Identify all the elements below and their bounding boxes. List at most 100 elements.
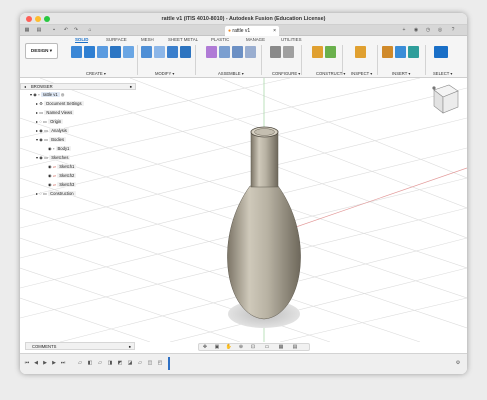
data-panel-icon[interactable]: ▦ — [23, 27, 31, 34]
select-menu[interactable]: SELECT ▾ — [433, 71, 452, 76]
visibility-icon[interactable]: ◉ — [48, 182, 52, 187]
timeline-feature-sketch-icon[interactable]: ▱ — [96, 360, 104, 367]
display-settings-icon[interactable]: ▭ — [263, 344, 271, 351]
parameters-icon[interactable] — [270, 46, 281, 58]
rattle-handle[interactable] — [250, 130, 279, 188]
tab-mesh[interactable]: MESH — [141, 37, 154, 42]
visibility-icon[interactable]: ◉ — [48, 164, 52, 169]
fit-icon[interactable]: ⊡ — [249, 344, 257, 351]
hole-icon[interactable] — [110, 46, 121, 58]
pan-icon[interactable]: ✋ — [225, 344, 233, 351]
activate-icon[interactable]: ◎ — [61, 92, 65, 97]
as-built-joint-icon[interactable] — [232, 46, 243, 58]
fillet-icon[interactable] — [154, 46, 165, 58]
help-icon[interactable]: ? — [449, 27, 457, 34]
browser-root[interactable]: ▾ ◉ ▫ rattle v1 ◎ — [30, 91, 65, 99]
tab-plastic[interactable]: PLASTIC — [211, 37, 229, 42]
chamfer-icon[interactable] — [167, 46, 178, 58]
tab-manage[interactable]: MANAGE — [246, 37, 265, 42]
grid-settings-icon[interactable]: ▦ — [277, 344, 285, 351]
create-menu[interactable]: CREATE ▾ — [86, 71, 106, 76]
insert-mcmaster-icon[interactable] — [395, 46, 406, 58]
browser-item-bodies[interactable]: ▾ ◉ ▭ Bodies — [36, 136, 67, 144]
insert-menu[interactable]: INSERT ▾ — [392, 71, 410, 76]
tab-solid[interactable]: SOLID — [75, 37, 89, 43]
file-menu-icon[interactable]: ▤ — [35, 27, 43, 34]
look-at-icon[interactable]: ▣ — [213, 344, 221, 351]
step-back-icon[interactable]: ◀ — [32, 360, 40, 367]
timeline-feature-extrude-icon[interactable]: ◨ — [106, 360, 114, 367]
joint-icon[interactable] — [219, 46, 230, 58]
step-forward-icon[interactable]: ▶ — [50, 360, 58, 367]
visibility-icon[interactable]: ◌ — [39, 191, 42, 196]
timeline-settings-icon[interactable]: ⚙ — [454, 360, 462, 367]
assemble-menu[interactable]: ASSEMBLE ▾ — [218, 71, 244, 76]
browser-item-origin[interactable]: ▸ ◌ ▭ Origin — [36, 118, 64, 126]
home-icon[interactable]: ⌂ — [86, 27, 94, 34]
collapse-browser-icon[interactable]: ◂ — [24, 84, 26, 90]
browser-item-sketches[interactable]: ▾ ◉ ▭ Sketches — [36, 154, 71, 162]
home-view-icon[interactable] — [432, 86, 436, 90]
browser-item-analysis[interactable]: ▸ ◉ ▭ Analysis — [36, 127, 69, 135]
timeline-feature-sketch-icon[interactable]: ▱ — [76, 360, 84, 367]
timeline-feature-shell-icon[interactable]: ◪ — [126, 360, 134, 367]
expand-icon[interactable]: ▾ — [30, 92, 32, 97]
visibility-icon[interactable]: ◉ — [39, 137, 43, 142]
timeline-feature-fillet-icon[interactable]: ◩ — [116, 360, 124, 367]
play-icon[interactable]: ▶ — [41, 360, 49, 367]
viewports-icon[interactable]: ▤ — [291, 344, 299, 351]
configure-table-icon[interactable] — [283, 46, 294, 58]
document-tab[interactable]: ● rattle v1 × — [225, 26, 279, 36]
new-component-icon[interactable] — [206, 46, 217, 58]
timeline-feature-revolve-icon[interactable]: ◧ — [86, 360, 94, 367]
extrude-icon[interactable] — [84, 46, 95, 58]
revolve-icon[interactable] — [97, 46, 108, 58]
go-to-end-icon[interactable]: ⏭ — [59, 360, 67, 367]
redo-icon[interactable]: ↷ — [72, 27, 80, 34]
offset-plane-icon[interactable] — [312, 46, 323, 58]
construct-menu[interactable]: CONSTRUCT ▾ — [316, 71, 345, 76]
rattle-body[interactable] — [227, 185, 301, 320]
browser-item-sketch2[interactable]: ◉ ▱ Sketch2 — [48, 172, 77, 180]
modify-menu[interactable]: MODIFY ▾ — [155, 71, 174, 76]
browser-item-sketch1[interactable]: ◉ ▱ Sketch1 — [48, 163, 77, 171]
inspect-menu[interactable]: INSPECT ▾ — [351, 71, 372, 76]
visibility-icon[interactable]: ◉ — [48, 173, 52, 178]
timeline-feature-sketch-icon[interactable]: ▱ — [136, 360, 144, 367]
create-sketch-icon[interactable] — [71, 46, 82, 58]
save-icon[interactable]: ▪ — [50, 27, 58, 34]
browser-item-document-settings[interactable]: ▸ ⚙ Document Settings — [36, 100, 84, 108]
timeline-feature-split-icon[interactable]: ◫ — [146, 360, 154, 367]
midplane-icon[interactable] — [325, 46, 336, 58]
visibility-icon[interactable]: ◉ — [39, 155, 43, 160]
close-tab-icon[interactable]: × — [273, 26, 276, 36]
visibility-icon[interactable]: ◉ — [39, 128, 43, 133]
rigid-group-icon[interactable] — [245, 46, 256, 58]
extensions-icon[interactable]: ◉ — [412, 27, 420, 34]
job-status-icon[interactable]: ◎ — [436, 27, 444, 34]
go-to-start-icon[interactable]: ⏮ — [23, 360, 31, 367]
browser-item-body1[interactable]: ◉ ▫ Body1 — [48, 145, 72, 153]
new-tab-icon[interactable]: + — [400, 27, 408, 34]
notifications-icon[interactable]: ◷ — [424, 27, 432, 34]
viewcube-icon[interactable] — [433, 84, 459, 114]
insert-mesh-icon[interactable] — [408, 46, 419, 58]
orbit-icon[interactable]: ✥ — [201, 344, 209, 351]
tab-surface[interactable]: SURFACE — [106, 37, 127, 42]
select-icon[interactable] — [434, 46, 448, 58]
move-copy-icon[interactable] — [180, 46, 191, 58]
undo-icon[interactable]: ↶ — [62, 27, 70, 34]
tab-utilities[interactable]: UTILITIES — [281, 37, 302, 42]
visibility-icon[interactable]: ◉ — [33, 92, 37, 97]
tab-sheet-metal[interactable]: SHEET METAL — [168, 37, 198, 42]
insert-derive-icon[interactable] — [382, 46, 393, 58]
browser-pin-icon[interactable]: ● — [129, 84, 132, 90]
visibility-icon[interactable]: ◉ — [48, 146, 52, 151]
visibility-icon[interactable]: ◌ — [39, 119, 42, 124]
zoom-icon[interactable]: ⊕ — [237, 344, 245, 351]
browser-item-construction[interactable]: ▸ ◌ ▭ Construction — [36, 190, 76, 198]
timeline-feature-combine-icon[interactable]: ◰ — [156, 360, 164, 367]
workspace-switcher[interactable]: DESIGN ▾ — [25, 43, 58, 59]
configure-menu[interactable]: CONFIGURE ▾ — [272, 71, 300, 76]
measure-icon[interactable] — [355, 46, 366, 58]
